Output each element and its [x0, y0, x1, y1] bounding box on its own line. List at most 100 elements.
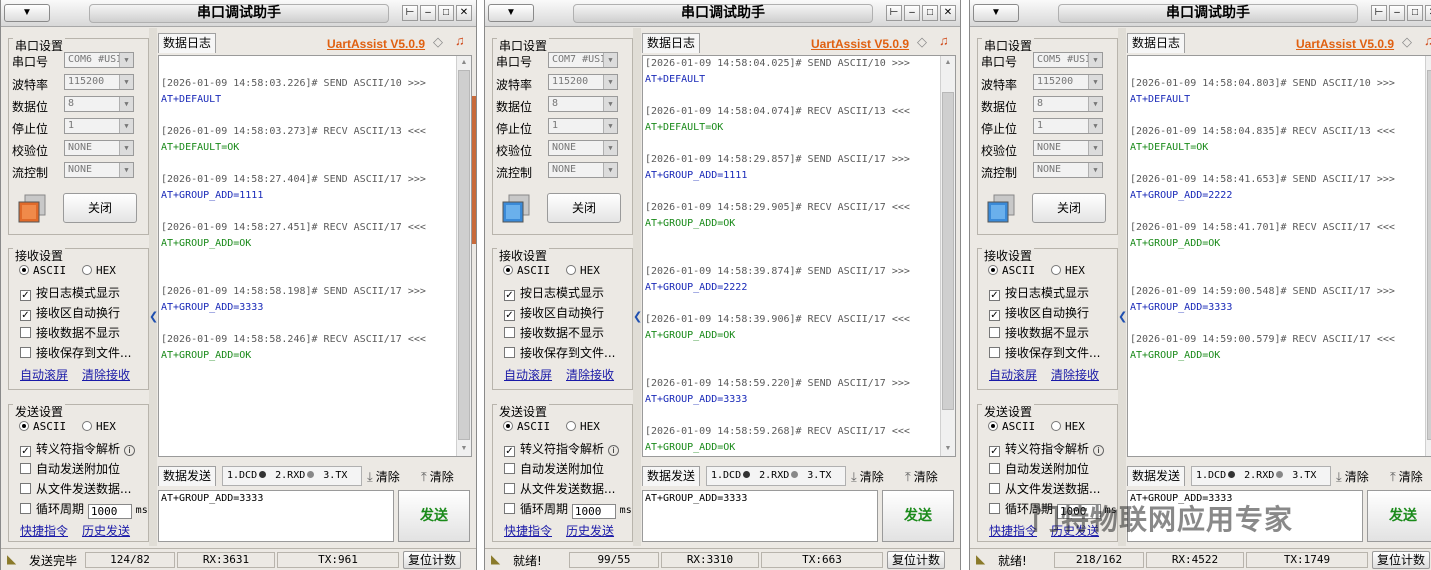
system-menu-button[interactable]: ▼: [4, 4, 50, 22]
send-from-file-checkbox[interactable]: 从文件发送数据...: [989, 480, 1100, 497]
flow-select[interactable]: NONE ▼: [548, 162, 618, 178]
scroll-down-icon[interactable]: ▼: [1426, 442, 1431, 456]
scroll-thumb[interactable]: [942, 92, 954, 410]
log-mode-checkbox[interactable]: ✓ 按日志模式显示: [989, 284, 1089, 301]
bell-icon[interactable]: ♫: [1424, 33, 1431, 48]
shortcuts-link[interactable]: 快捷指令: [989, 522, 1037, 539]
close-port-button[interactable]: 关闭: [63, 193, 137, 223]
baud-select[interactable]: 115200 ▼: [1033, 74, 1103, 90]
auto-wrap-checkbox[interactable]: ✓ 接收区自动换行: [989, 304, 1089, 321]
bell-icon[interactable]: ♫: [939, 33, 949, 48]
cycle-period-input[interactable]: 1000: [571, 504, 616, 519]
title-bar[interactable]: ▼ 串口调试助手 ⊢ – □ ✕: [485, 0, 960, 27]
cycle-checkbox[interactable]: 循环周期 1000 ms: [20, 500, 148, 519]
shortcuts-link[interactable]: 快捷指令: [20, 522, 68, 539]
receive-log-area[interactable]: [2026-01-09 14:58:04.025]# SEND ASCII/10…: [642, 55, 956, 457]
auto-scroll-link[interactable]: 自动滚屏: [504, 366, 552, 383]
clear-receive-link[interactable]: 清除接收: [566, 366, 614, 383]
minimize-button[interactable]: –: [904, 5, 920, 21]
save-to-file-checkbox[interactable]: 接收保存到文件...: [504, 344, 615, 361]
parity-select[interactable]: NONE ▼: [1033, 140, 1103, 156]
log-mode-checkbox[interactable]: ✓ 按日志模式显示: [20, 284, 120, 301]
pin-icon[interactable]: ⊢: [402, 5, 418, 21]
save-to-file-checkbox[interactable]: 接收保存到文件...: [989, 344, 1100, 361]
recv-ascii-radio[interactable]: ASCII: [503, 264, 550, 277]
pin-icon[interactable]: ⊢: [1371, 5, 1387, 21]
reset-count-button[interactable]: 复位计数: [403, 551, 461, 569]
brand-link[interactable]: UartAssist V5.0.9: [1296, 37, 1394, 51]
tab-data-log[interactable]: 数据日志: [642, 33, 701, 53]
log-scrollbar[interactable]: ▲ ▼: [940, 56, 955, 456]
scroll-up-icon[interactable]: ▲: [457, 56, 471, 70]
send-from-file-checkbox[interactable]: 从文件发送数据...: [20, 480, 131, 497]
stopbits-select[interactable]: 1 ▼: [64, 118, 134, 134]
receive-log-area[interactable]: [2026-01-09 14:58:04.803]# SEND ASCII/10…: [1127, 55, 1431, 457]
bell-icon[interactable]: ♫: [455, 33, 465, 48]
clear-receive-link[interactable]: 清除接收: [82, 366, 130, 383]
escape-parse-checkbox[interactable]: ✓ 转义符指令解析 i: [989, 440, 1105, 457]
maximize-button[interactable]: □: [1407, 5, 1423, 21]
cycle-checkbox[interactable]: 循环周期 1000 ms: [504, 500, 632, 519]
pin-icon[interactable]: ⊢: [886, 5, 902, 21]
clear-receive-link[interactable]: 清除接收: [1051, 366, 1099, 383]
flow-select[interactable]: NONE ▼: [64, 162, 134, 178]
close-port-button[interactable]: 关闭: [547, 193, 621, 223]
info-icon[interactable]: i: [608, 445, 620, 456]
recv-hex-radio[interactable]: HEX: [82, 264, 116, 277]
tab-data-log[interactable]: 数据日志: [158, 33, 217, 53]
parity-select[interactable]: NONE ▼: [548, 140, 618, 156]
auto-append-checkbox[interactable]: 自动发送附加位: [504, 460, 604, 477]
reset-count-button[interactable]: 复位计数: [887, 551, 945, 569]
stopbits-select[interactable]: 1 ▼: [1033, 118, 1103, 134]
escape-parse-checkbox[interactable]: ✓ 转义符指令解析 i: [20, 440, 136, 457]
info-icon[interactable]: i: [124, 445, 136, 456]
close-window-button[interactable]: ✕: [940, 5, 956, 21]
clear-all-button[interactable]: ⤒ 清除: [421, 468, 454, 485]
clear-send-button[interactable]: ⤓ 清除: [851, 468, 884, 485]
auto-scroll-link[interactable]: 自动滚屏: [20, 366, 68, 383]
diamond-icon[interactable]: ◇: [1402, 34, 1412, 50]
diamond-icon[interactable]: ◇: [917, 34, 927, 50]
recv-hex-radio[interactable]: HEX: [566, 264, 600, 277]
panel-splitter[interactable]: ❮: [149, 28, 158, 546]
brand-link[interactable]: UartAssist V5.0.9: [811, 37, 909, 51]
cycle-period-input[interactable]: 1000: [87, 504, 132, 519]
hide-recv-checkbox[interactable]: 接收数据不显示: [20, 324, 120, 341]
recv-ascii-radio[interactable]: ASCII: [988, 264, 1035, 277]
scroll-down-icon[interactable]: ▼: [941, 442, 955, 456]
history-link[interactable]: 历史发送: [82, 522, 130, 539]
hide-recv-checkbox[interactable]: 接收数据不显示: [989, 324, 1089, 341]
send-from-file-checkbox[interactable]: 从文件发送数据...: [504, 480, 615, 497]
maximize-button[interactable]: □: [922, 5, 938, 21]
minimize-button[interactable]: –: [420, 5, 436, 21]
title-bar[interactable]: ▼ 串口调试助手 ⊢ – □ ✕: [1, 0, 476, 27]
send-button[interactable]: 发送: [882, 490, 954, 542]
receive-log-area[interactable]: [2026-01-09 14:58:03.226]# SEND ASCII/10…: [158, 55, 472, 457]
clear-all-button[interactable]: ⤒ 清除: [905, 468, 938, 485]
send-hex-radio[interactable]: HEX: [566, 420, 600, 433]
scroll-up-icon[interactable]: ▲: [1426, 56, 1431, 70]
send-hex-radio[interactable]: HEX: [82, 420, 116, 433]
port-select[interactable]: COM7 #USI ▼: [548, 52, 618, 68]
port-select[interactable]: COM6 #USI ▼: [64, 52, 134, 68]
scroll-up-icon[interactable]: ▲: [941, 56, 955, 70]
send-ascii-radio[interactable]: ASCII: [988, 420, 1035, 433]
save-to-file-checkbox[interactable]: 接收保存到文件...: [20, 344, 131, 361]
send-ascii-radio[interactable]: ASCII: [503, 420, 550, 433]
flow-select[interactable]: NONE ▼: [1033, 162, 1103, 178]
close-port-button[interactable]: 关闭: [1032, 193, 1106, 223]
tab-data-send[interactable]: 数据发送: [1127, 466, 1186, 486]
scroll-thumb[interactable]: [1427, 70, 1431, 440]
shortcuts-link[interactable]: 快捷指令: [504, 522, 552, 539]
maximize-button[interactable]: □: [438, 5, 454, 21]
tab-data-send[interactable]: 数据发送: [642, 466, 701, 486]
close-window-button[interactable]: ✕: [456, 5, 472, 21]
panel-splitter[interactable]: ❮: [1118, 28, 1127, 546]
send-button[interactable]: 发送: [1367, 490, 1431, 542]
system-menu-button[interactable]: ▼: [488, 4, 534, 22]
escape-parse-checkbox[interactable]: ✓ 转义符指令解析 i: [504, 440, 620, 457]
send-input[interactable]: AT+GROUP_ADD=3333: [158, 490, 394, 542]
send-ascii-radio[interactable]: ASCII: [19, 420, 66, 433]
auto-wrap-checkbox[interactable]: ✓ 接收区自动换行: [504, 304, 604, 321]
info-icon[interactable]: i: [1093, 445, 1105, 456]
